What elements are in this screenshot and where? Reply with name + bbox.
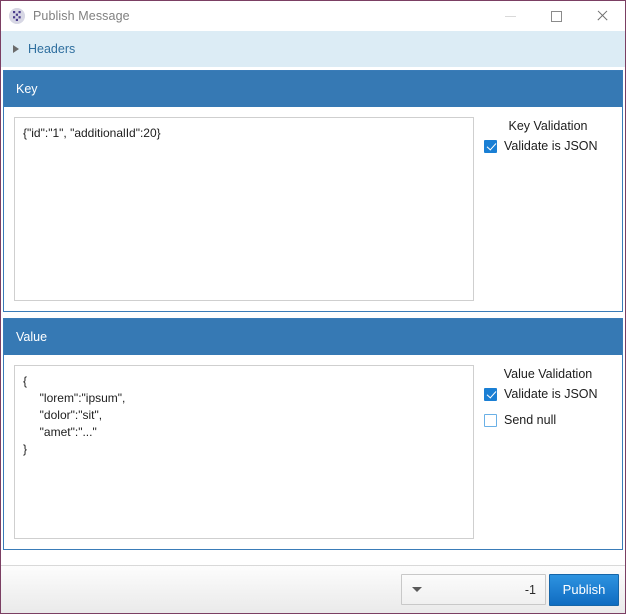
value-validate-json-label: Validate is JSON	[504, 387, 598, 401]
close-button[interactable]	[579, 1, 625, 31]
headers-expander-label: Headers	[28, 42, 76, 56]
key-validation-title: Key Validation	[508, 119, 588, 133]
maximize-icon	[550, 10, 562, 22]
value-group-header: Value	[4, 319, 622, 355]
partition-combobox[interactable]: -1	[401, 574, 546, 605]
close-icon	[596, 10, 608, 22]
maximize-button[interactable]	[533, 1, 579, 31]
key-validation-panel: Key Validation Validate is JSON	[482, 117, 614, 301]
minimize-icon	[504, 15, 516, 17]
content-area: Key {"id":"1", "additionalId":20} Key Va…	[1, 67, 625, 565]
value-validate-json-checkbox-row[interactable]: Validate is JSON	[484, 387, 598, 401]
title-bar: Publish Message	[1, 1, 625, 31]
value-validation-title: Value Validation	[503, 367, 593, 381]
key-group-header: Key	[4, 71, 622, 107]
publish-button[interactable]: Publish	[549, 573, 619, 606]
window-title: Publish Message	[33, 9, 130, 23]
key-group-body: {"id":"1", "additionalId":20} Key Valida…	[4, 107, 622, 311]
headers-expander[interactable]: Headers	[1, 31, 625, 67]
partition-value: -1	[524, 582, 536, 597]
key-validate-json-label: Validate is JSON	[504, 139, 598, 153]
key-editor[interactable]: {"id":"1", "additionalId":20}	[14, 117, 474, 301]
app-logo-icon	[9, 8, 25, 24]
chevron-right-icon	[13, 45, 19, 53]
value-group: Value { "lorem":"ipsum", "dolor":"sit", …	[3, 318, 623, 550]
minimize-button[interactable]	[487, 1, 533, 31]
value-editor[interactable]: { "lorem":"ipsum", "dolor":"sit", "amet"…	[14, 365, 474, 539]
value-validation-panel: Value Validation Validate is JSON Send n…	[482, 365, 614, 539]
footer-bar: -1 Publish	[1, 565, 625, 613]
send-null-checkbox-row[interactable]: Send null	[484, 413, 556, 427]
value-validate-json-checkbox[interactable]	[484, 387, 497, 401]
key-group: Key {"id":"1", "additionalId":20} Key Va…	[3, 70, 623, 312]
key-validate-json-checkbox[interactable]	[484, 139, 497, 153]
send-null-checkbox[interactable]	[484, 413, 497, 427]
key-validate-json-checkbox-row[interactable]: Validate is JSON	[484, 139, 598, 153]
value-group-body: { "lorem":"ipsum", "dolor":"sit", "amet"…	[4, 355, 622, 549]
send-null-label: Send null	[504, 413, 557, 427]
chevron-down-icon	[412, 587, 422, 592]
window-controls	[487, 1, 625, 31]
publish-message-window: Publish Message Headers Key {"id":"1", "…	[0, 0, 626, 614]
